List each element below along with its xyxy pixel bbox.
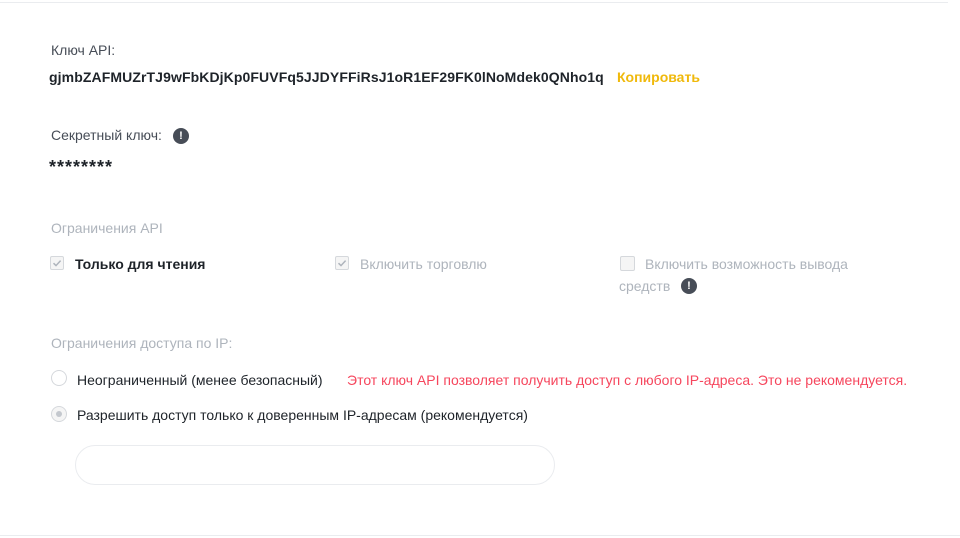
bottom-divider [0, 535, 960, 536]
secret-key-info-icon[interactable]: ! [173, 128, 189, 144]
top-divider [0, 2, 948, 3]
unrestricted-warning: Этот ключ API позволяет получить доступ … [347, 372, 908, 388]
secret-key-label: Секретный ключ: [51, 127, 162, 143]
api-restrictions-title: Ограничения API [51, 220, 163, 236]
checkmark-icon [52, 260, 62, 267]
api-key-panel: Ключ API: gjmbZAFMUZrTJ9wFbKDjKp0FUVFq5J… [0, 0, 960, 538]
enable-trading-label: Включить торговлю [360, 256, 487, 272]
api-key-value: gjmbZAFMUZrTJ9wFbKDjKp0FUVFq5JJDYFFiRsJ1… [49, 69, 604, 85]
enable-withdrawals-label-line1: Включить возможность вывода [645, 256, 848, 272]
trusted-ip-radio[interactable] [51, 406, 67, 422]
api-key-label: Ключ API: [51, 42, 116, 58]
checkmark-icon [337, 260, 347, 267]
secret-key-value: ******** [49, 157, 114, 177]
enable-trading-checkbox[interactable] [335, 256, 349, 270]
trusted-ip-input[interactable] [75, 445, 555, 485]
unrestricted-label: Неограниченный (менее безопасный) [77, 372, 323, 388]
read-only-checkbox[interactable] [50, 256, 64, 270]
withdrawals-info-icon[interactable]: ! [681, 278, 697, 294]
trusted-ip-label: Разрешить доступ только к доверенным IP-… [77, 407, 528, 423]
read-only-label: Только для чтения [75, 256, 206, 272]
ip-restrictions-title: Ограничения доступа по IP: [51, 335, 233, 351]
copy-api-key-button[interactable]: Копировать [617, 69, 700, 85]
enable-withdrawals-checkbox[interactable] [620, 256, 635, 271]
enable-withdrawals-label-line2: средств [619, 278, 671, 294]
unrestricted-radio[interactable] [51, 370, 67, 386]
